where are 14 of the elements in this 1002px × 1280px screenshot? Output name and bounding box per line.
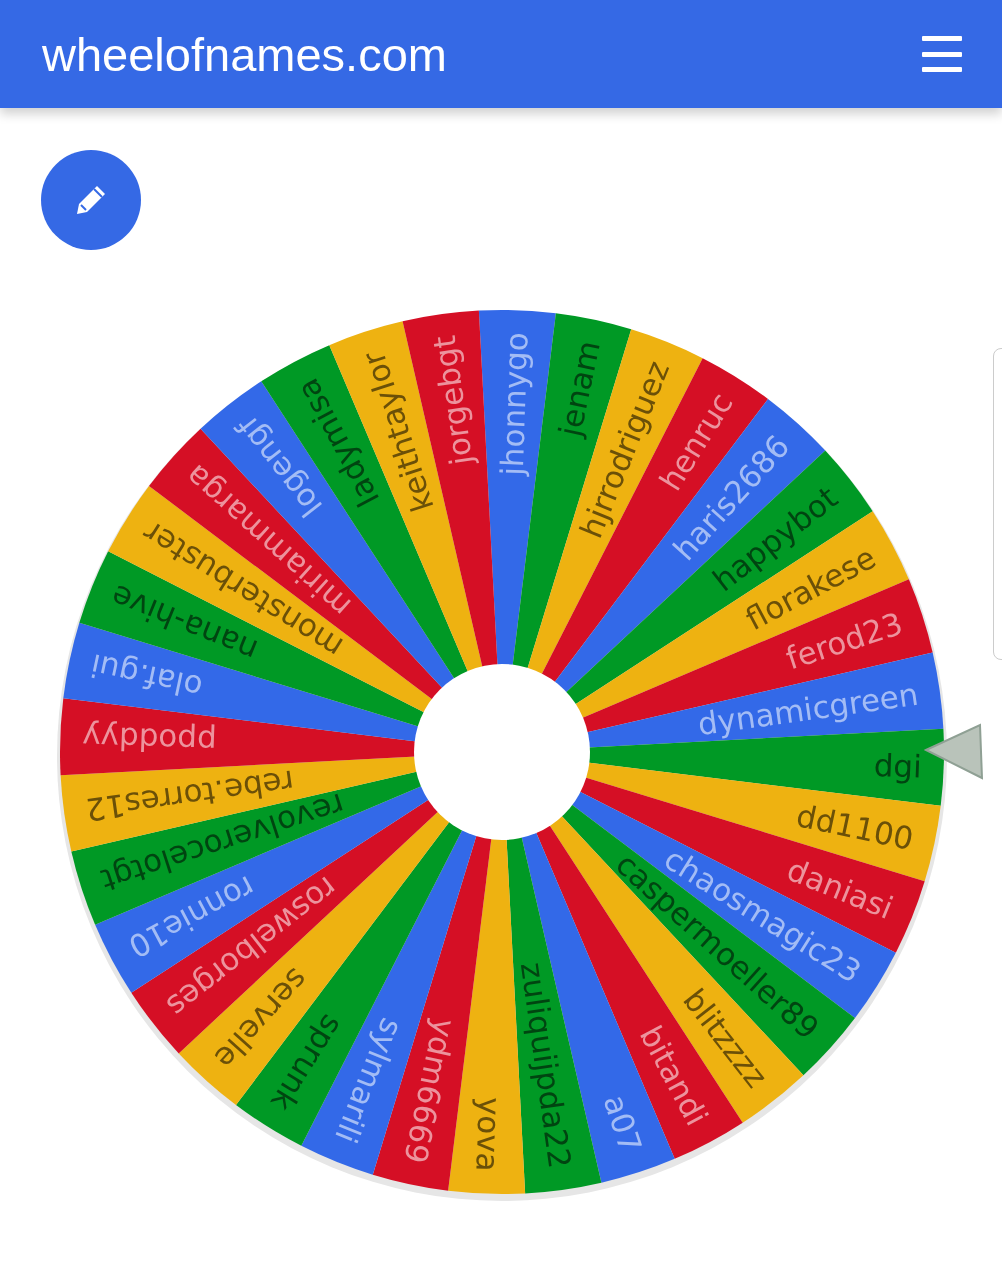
segment-label: dd1100 — [793, 797, 917, 857]
site-title: wheelofnames.com — [42, 26, 447, 82]
menu-icon[interactable] — [922, 36, 962, 72]
segment-label: jhonnygo — [493, 331, 535, 477]
segment-label: dgi — [873, 747, 923, 785]
segment-label: yova — [469, 1096, 508, 1173]
segment-label: dynamicgreen — [695, 675, 921, 743]
segment-label: a07 — [596, 1090, 649, 1157]
wheel-hub[interactable] — [414, 664, 590, 840]
segment-label: ppoddyy — [81, 719, 218, 760]
segment-label: jorgebgt — [425, 333, 480, 468]
wheel-pointer — [923, 723, 984, 780]
segment-label: ydm6669 — [397, 1015, 463, 1167]
segment-label: zuliquijpda22 — [513, 959, 579, 1171]
